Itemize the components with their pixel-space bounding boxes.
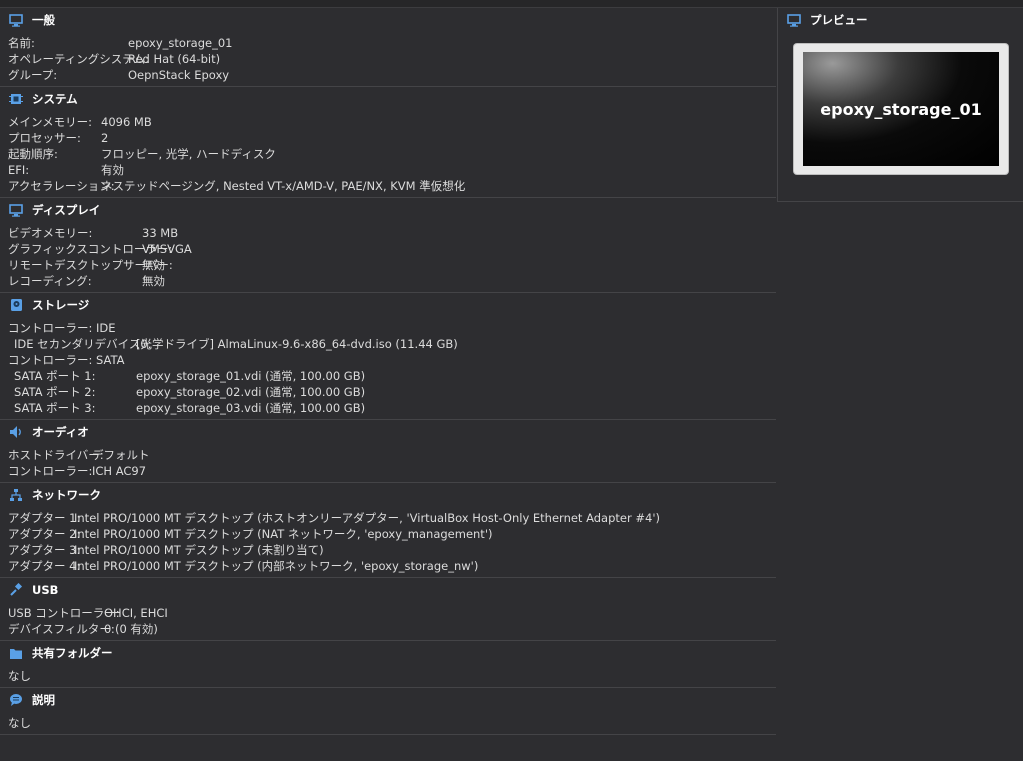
preview-vm-name: epoxy_storage_01	[820, 99, 982, 119]
section-audio-header[interactable]: オーディオ	[0, 420, 776, 444]
speaker-icon	[8, 424, 24, 440]
storage-row-controller-ide: コントローラー: IDE	[8, 321, 116, 335]
section-system-title: システム	[32, 92, 78, 106]
storage-row-sata-2: SATA ポート 2: epoxy_storage_02.vdi (通常, 100…	[14, 385, 366, 399]
network-row-adapter-2: アダプター 2: Intel PRO/1000 MT デスクトップ (NAT ネッ…	[8, 527, 493, 541]
speech-bubble-icon	[8, 692, 24, 708]
general-row-group: グループ: OepnStack Epoxy	[8, 68, 230, 82]
top-divider	[0, 0, 1023, 8]
section-display: ディスプレイ ビデオメモリー: 33 MB グラフィックスコントローラー: VMSV…	[0, 198, 776, 293]
details-pane: 一般 名前: epoxy_storage_01 オペレーティングシステム: Red …	[0, 8, 776, 735]
general-row-name: 名前: epoxy_storage_01	[8, 36, 233, 50]
storage-row-sata-1: SATA ポート 1: epoxy_storage_01.vdi (通常, 100…	[14, 369, 366, 383]
usb-row-controller: USB コントローラー: OHCI, EHCI	[8, 606, 168, 620]
section-network-header[interactable]: ネットワーク	[0, 483, 776, 507]
usb-row-device-filters: デバイスフィルター: 0 (0 有効)	[8, 622, 158, 636]
section-general-title: 一般	[32, 13, 55, 27]
folder-icon	[8, 645, 24, 661]
system-row-memory: メインメモリー: 4096 MB	[8, 115, 152, 129]
section-storage: ストレージ コントローラー: IDE IDE セカンダリデバイス0: [光学ドライ…	[0, 293, 776, 420]
monitor-icon	[786, 12, 802, 28]
preview-screen[interactable]: epoxy_storage_01	[803, 52, 999, 166]
section-general: 一般 名前: epoxy_storage_01 オペレーティングシステム: Red …	[0, 8, 776, 87]
section-description-header[interactable]: 説明	[0, 688, 776, 712]
general-row-os: オペレーティングシステム: Red Hat (64-bit)	[8, 52, 221, 66]
section-storage-header[interactable]: ストレージ	[0, 293, 776, 317]
chip-icon	[8, 91, 24, 107]
preview-monitor-frame: epoxy_storage_01	[794, 44, 1008, 174]
section-shared-folders-header[interactable]: 共有フォルダー	[0, 641, 776, 665]
monitor-icon	[8, 12, 24, 28]
storage-row-ide-secondary: IDE セカンダリデバイス0: [光学ドライブ] AlmaLinux-9.6-x8…	[14, 337, 458, 351]
right-column-empty	[777, 201, 1023, 761]
display-row-recording: レコーディング: 無効	[8, 274, 165, 288]
system-row-boot-order: 起動順序: フロッピー, 光学, ハードディスク	[8, 147, 276, 161]
section-system-header[interactable]: システム	[0, 87, 776, 111]
display-row-remote-desktop: リモートデスクトップサーバー: 無効	[8, 258, 173, 272]
section-display-title: ディスプレイ	[32, 203, 101, 217]
network-row-adapter-3: アダプター 3: Intel PRO/1000 MT デスクトップ (未割り当て)	[8, 543, 324, 557]
description-row-none: なし	[8, 716, 31, 730]
section-audio: オーディオ ホストドライバー: デフォルト コントローラー: ICH AC97	[0, 420, 776, 483]
section-network: ネットワーク アダプター 1: Intel PRO/1000 MT デスクトップ …	[0, 483, 776, 578]
preview-panel: プレビュー epoxy_storage_01	[777, 8, 1023, 202]
section-shared-folders-title: 共有フォルダー	[32, 646, 113, 660]
section-system: システム メインメモリー: 4096 MB プロセッサー: 2 起動順序: フロッピー…	[0, 87, 776, 198]
storage-row-sata-3: SATA ポート 3: epoxy_storage_03.vdi (通常, 100…	[14, 401, 366, 415]
section-usb: USB USB コントローラー: OHCI, EHCI デバイスフィルター: 0 (…	[0, 578, 776, 641]
audio-row-controller: コントローラー: ICH AC97	[8, 464, 147, 478]
section-description-title: 説明	[32, 693, 55, 707]
system-row-acceleration: アクセラレーション: ネステッドページング, Nested VT-x/AMD-V,…	[8, 179, 466, 193]
section-usb-title: USB	[32, 583, 59, 597]
display-row-video-memory: ビデオメモリー: 33 MB	[8, 226, 179, 240]
section-storage-title: ストレージ	[32, 298, 90, 312]
system-row-processor: プロセッサー: 2	[8, 131, 109, 145]
section-display-header[interactable]: ディスプレイ	[0, 198, 776, 222]
section-usb-header[interactable]: USB	[0, 578, 776, 602]
storage-icon	[8, 297, 24, 313]
section-network-title: ネットワーク	[32, 488, 101, 502]
section-general-header[interactable]: 一般	[0, 8, 776, 32]
shared-folders-row-none: なし	[8, 669, 31, 683]
display-icon	[8, 202, 24, 218]
network-icon	[8, 487, 24, 503]
section-description: 説明 なし	[0, 688, 776, 735]
section-audio-title: オーディオ	[32, 425, 89, 439]
network-row-adapter-4: アダプター 4: Intel PRO/1000 MT デスクトップ (内部ネットワ…	[8, 559, 479, 573]
audio-row-host-driver: ホストドライバー: デフォルト	[8, 448, 150, 462]
preview-title: プレビュー	[810, 13, 868, 27]
section-shared-folders: 共有フォルダー なし	[0, 641, 776, 688]
usb-icon	[8, 582, 24, 598]
system-row-efi: EFI: 有効	[8, 163, 124, 177]
storage-row-controller-sata: コントローラー: SATA	[8, 353, 125, 367]
preview-header[interactable]: プレビュー	[778, 8, 1023, 32]
network-row-adapter-1: アダプター 1: Intel PRO/1000 MT デスクトップ (ホストオンリ…	[8, 511, 660, 525]
display-row-graphics-controller: グラフィックスコントローラー: VMSVGA	[8, 242, 192, 256]
